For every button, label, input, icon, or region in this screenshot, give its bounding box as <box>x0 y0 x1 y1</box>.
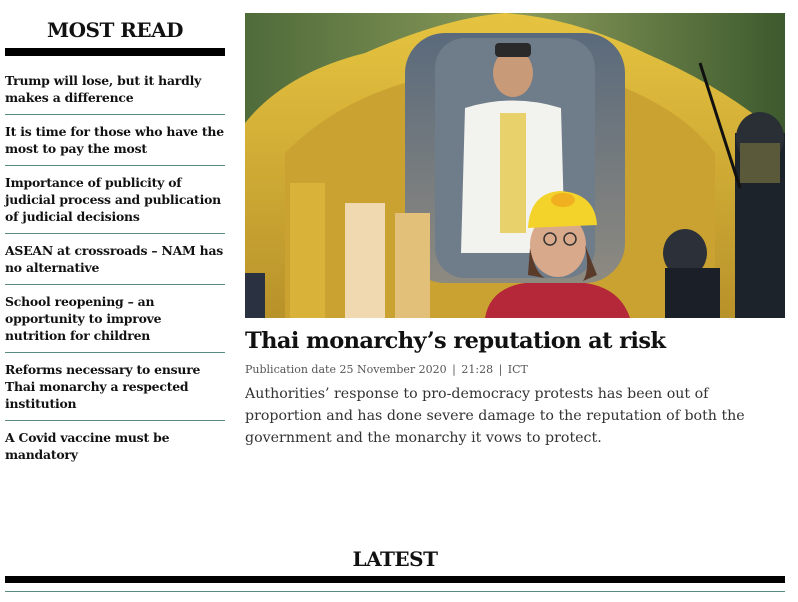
most-read-link[interactable]: Reforms necessary to ensure Thai monarch… <box>5 361 225 412</box>
most-read-link[interactable]: ASEAN at crossroads – NAM has no alterna… <box>5 242 225 276</box>
most-read-link[interactable]: Trump will lose, but it hardly makes a d… <box>5 72 225 106</box>
most-read-item: Importance of publicity of judicial proc… <box>5 166 225 234</box>
most-read-item: School reopening – an opportunity to imp… <box>5 285 225 353</box>
article-summary: Authorities’ response to pro-democracy p… <box>245 386 745 446</box>
most-read-link[interactable]: A Covid vaccine must be mandatory <box>5 429 225 463</box>
article-hero-image[interactable] <box>245 13 785 318</box>
most-read-link[interactable]: It is time for those who have the most t… <box>5 123 225 157</box>
featured-article: Thai monarchy’s reputation at risk Publi… <box>245 13 785 449</box>
latest-heading: LATEST <box>352 547 438 571</box>
most-read-item: ASEAN at crossroads – NAM has no alterna… <box>5 234 225 285</box>
pub-time-value: 21:28 <box>461 363 494 376</box>
latest-section: LATEST <box>5 545 785 592</box>
pub-date-prefix: Publication date <box>245 363 336 376</box>
most-read-item: Trump will lose, but it hardly makes a d… <box>5 64 225 115</box>
pub-separator: | <box>495 363 506 376</box>
most-read-item: A Covid vaccine must be mandatory <box>5 421 225 471</box>
most-read-list: Trump will lose, but it hardly makes a d… <box>5 64 225 471</box>
most-read-divider <box>5 48 225 56</box>
article-headline[interactable]: Thai monarchy’s reputation at risk <box>245 326 785 356</box>
most-read-item: Reforms necessary to ensure Thai monarch… <box>5 353 225 421</box>
most-read-sidebar: MOST READ Trump will lose, but it hardly… <box>5 14 225 471</box>
publication-date: Publication date 25 November 2020 | 21:2… <box>245 363 785 377</box>
most-read-item: It is time for those who have the most t… <box>5 115 225 166</box>
pub-separator: | <box>448 363 460 376</box>
pub-timezone: ICT <box>507 363 528 376</box>
latest-thin-divider <box>5 591 785 592</box>
hero-photo-illustration <box>245 13 785 318</box>
latest-divider <box>5 576 785 583</box>
pub-date-value: 25 November 2020 <box>339 363 447 376</box>
most-read-link[interactable]: Importance of publicity of judicial proc… <box>5 174 225 225</box>
most-read-heading: MOST READ <box>46 18 184 42</box>
most-read-link[interactable]: School reopening – an opportunity to imp… <box>5 293 225 344</box>
